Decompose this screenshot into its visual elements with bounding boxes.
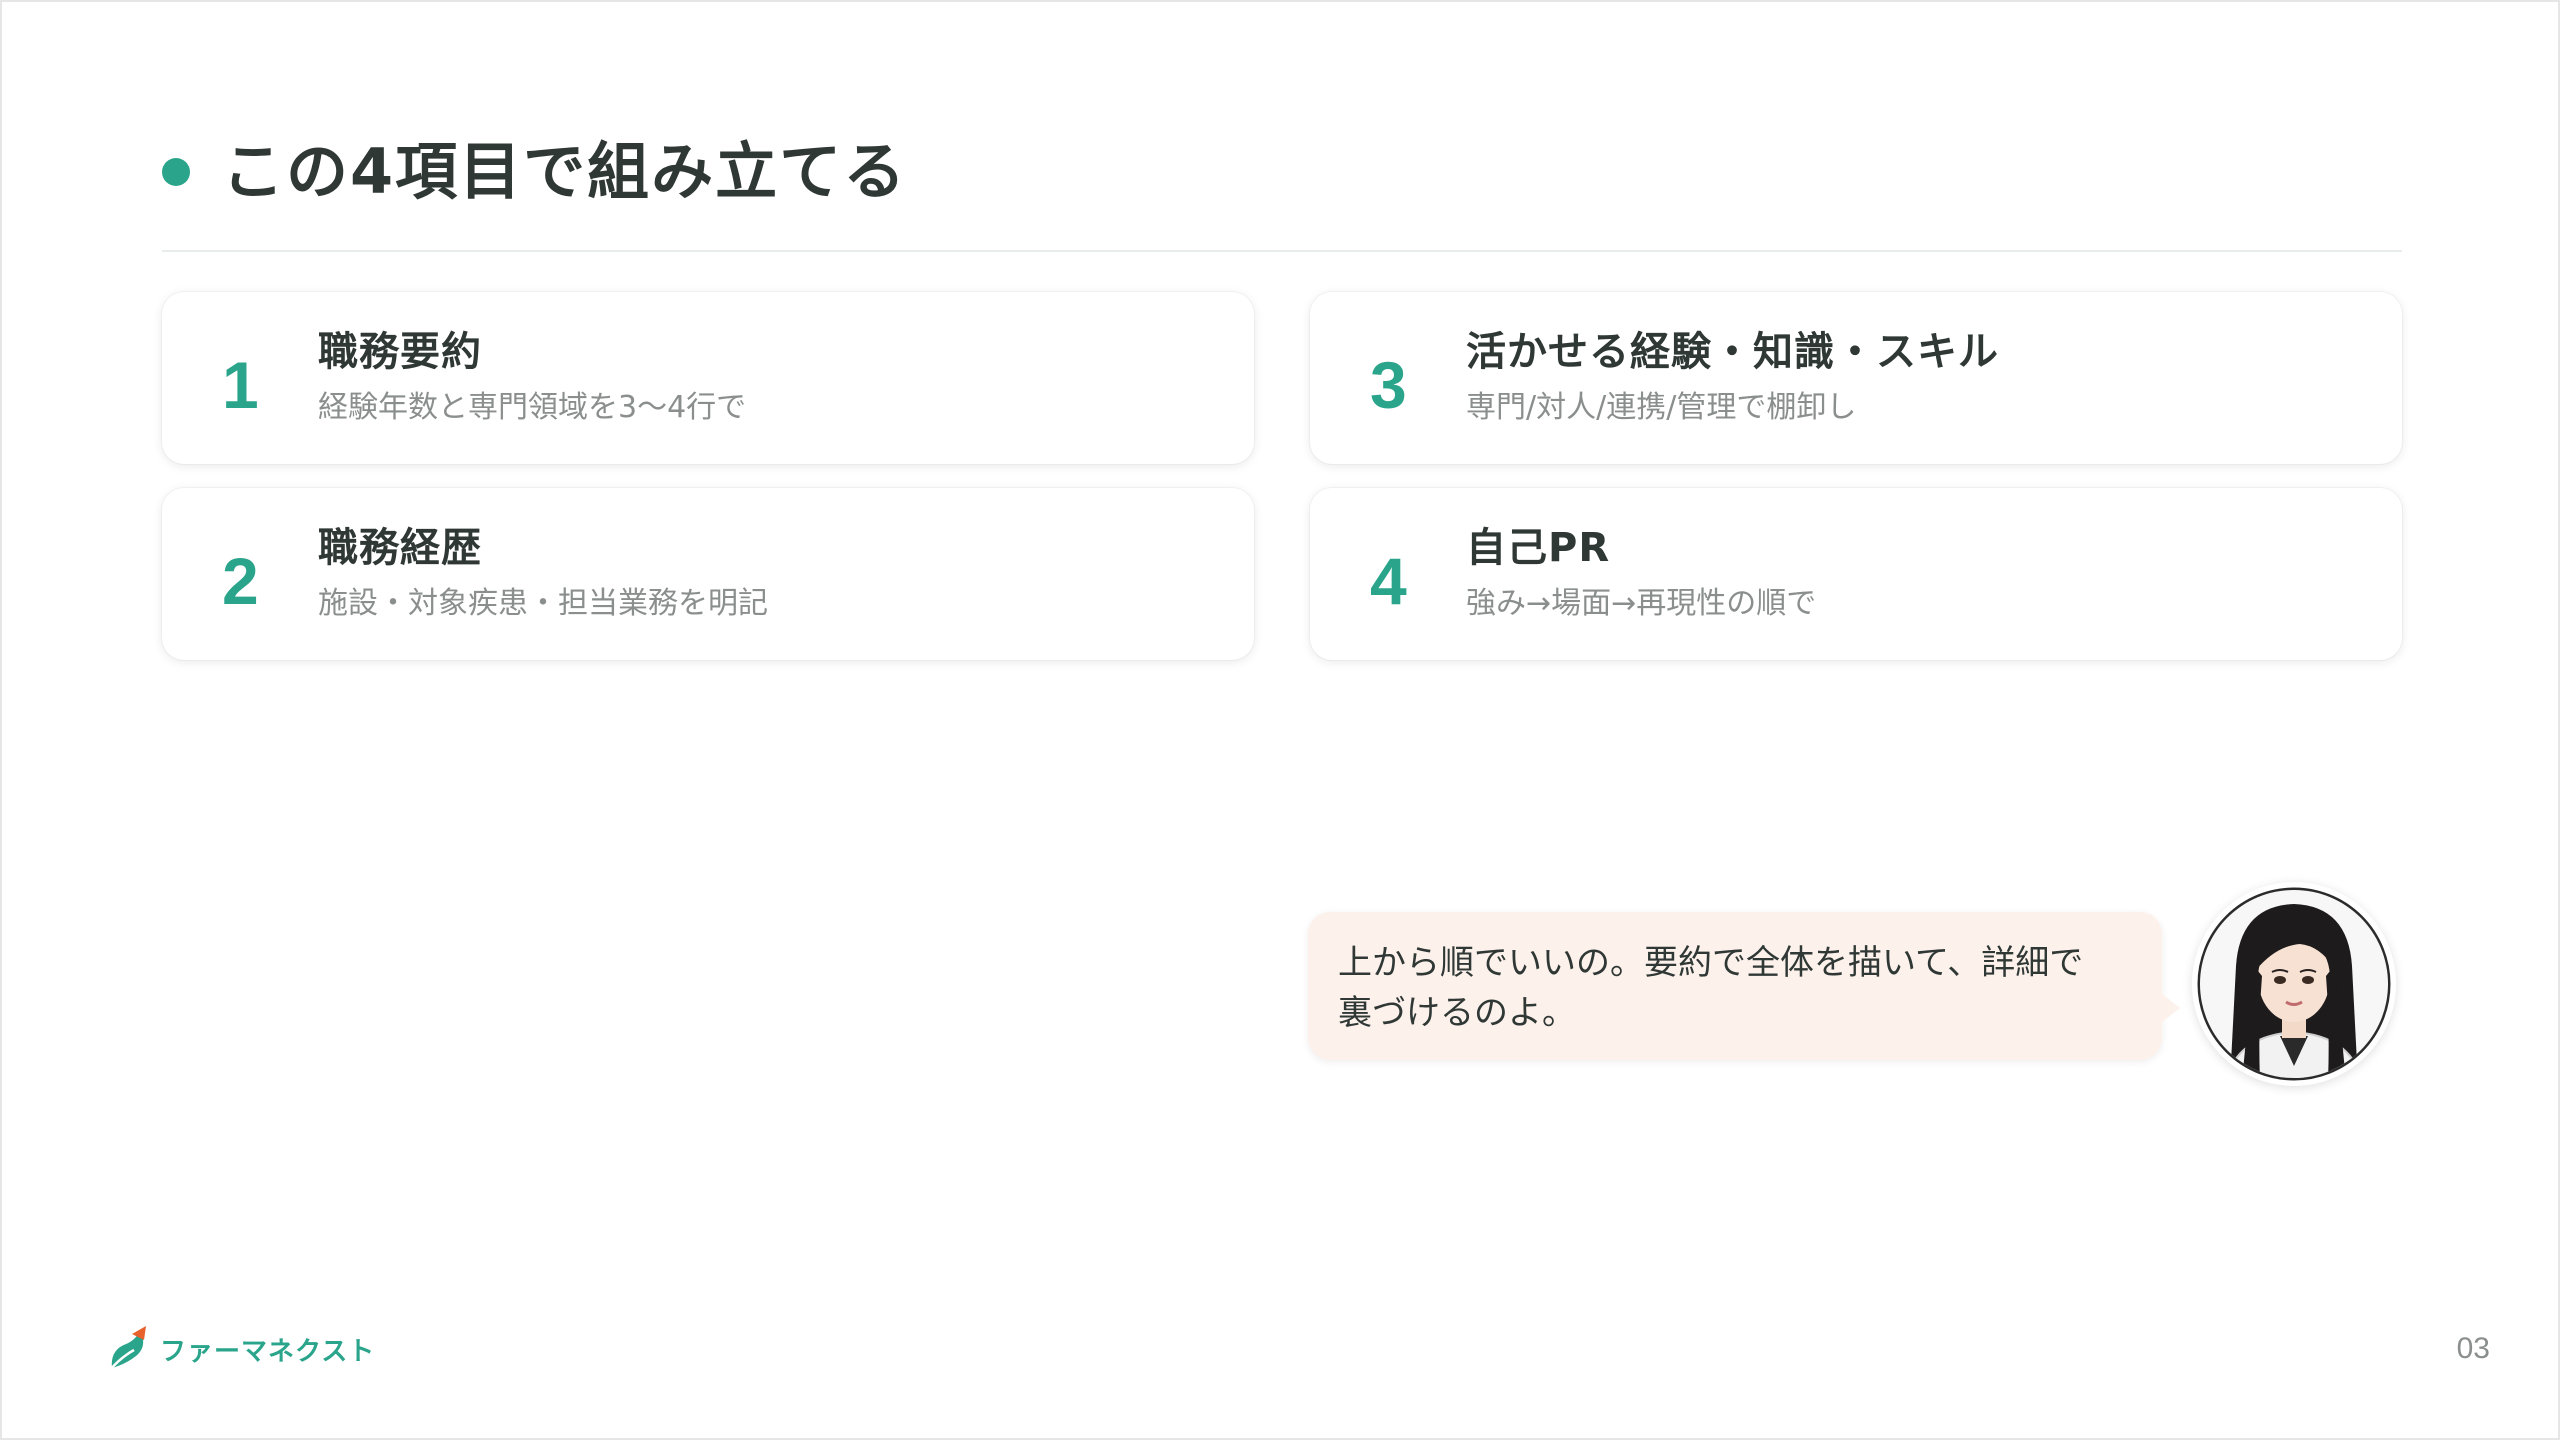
speech-bubble: 上から順でいいの。要約で全体を描いて、詳細で 裏づけるのよ。 bbox=[1308, 912, 2180, 1060]
title-row: この4項目で組み立てる bbox=[162, 132, 907, 212]
title-bullet-icon bbox=[162, 158, 190, 186]
item-subtitle: 強み→場面→再現性の順で bbox=[1466, 586, 1817, 621]
avatar bbox=[2192, 882, 2396, 1086]
item-title: 職務経歴 bbox=[318, 525, 482, 571]
brand-logo: ファーマネクスト bbox=[106, 1324, 375, 1374]
page-title: この4項目で組み立てる bbox=[222, 135, 908, 208]
speech-line-2: 裏づけるのよ。 bbox=[1338, 993, 1576, 1033]
item-card-2: 2 職務経歴 施設・対象疾患・担当業務を明記 bbox=[162, 488, 1254, 660]
item-subtitle: 施設・対象疾患・担当業務を明記 bbox=[318, 586, 768, 621]
speech-line-1: 上から順でいいの。要約で全体を描いて、詳細で bbox=[1338, 943, 2084, 983]
item-body: 自己PR 強み→場面→再現性の順で bbox=[1466, 520, 1816, 628]
item-subtitle: 経験年数と専門領域を3〜4行で bbox=[318, 390, 747, 425]
item-card-4: 4 自己PR 強み→場面→再現性の順で bbox=[1310, 488, 2402, 660]
item-body: 活かせる経験・知識・スキル 専門/対人/連携/管理で棚卸し bbox=[1466, 324, 1999, 432]
brand-name: ファーマネクスト bbox=[160, 1336, 376, 1367]
item-card-1: 1 職務要約 経験年数と専門領域を3〜4行で bbox=[162, 292, 1254, 464]
item-cards: 1 職務要約 経験年数と専門領域を3〜4行で 3 活かせる経験・知識・スキル 専… bbox=[162, 292, 2402, 660]
leaf-logo-icon bbox=[109, 1326, 146, 1371]
slide: この4項目で組み立てる 1 職務要約 経験年数と専門領域を3〜4行で 3 活かせ… bbox=[0, 0, 2560, 1440]
item-title: 活かせる経験・知識・スキル bbox=[1466, 329, 1999, 375]
item-number: 3 bbox=[1370, 348, 1407, 422]
item-number: 1 bbox=[222, 348, 259, 422]
page-number: 03 bbox=[2456, 1332, 2490, 1365]
item-subtitle: 専門/対人/連携/管理で棚卸し bbox=[1466, 390, 1857, 425]
item-number: 4 bbox=[1370, 544, 1407, 618]
item-card-3: 3 活かせる経験・知識・スキル 専門/対人/連携/管理で棚卸し bbox=[1310, 292, 2402, 464]
item-number: 2 bbox=[222, 544, 259, 618]
item-title: 自己PR bbox=[1466, 525, 1611, 571]
advisor-portrait-icon bbox=[2197, 887, 2391, 1081]
item-body: 職務要約 経験年数と専門領域を3〜4行で bbox=[318, 324, 746, 432]
item-title: 職務要約 bbox=[318, 329, 482, 375]
title-divider bbox=[162, 250, 2402, 252]
item-body: 職務経歴 施設・対象疾患・担当業務を明記 bbox=[318, 520, 768, 628]
